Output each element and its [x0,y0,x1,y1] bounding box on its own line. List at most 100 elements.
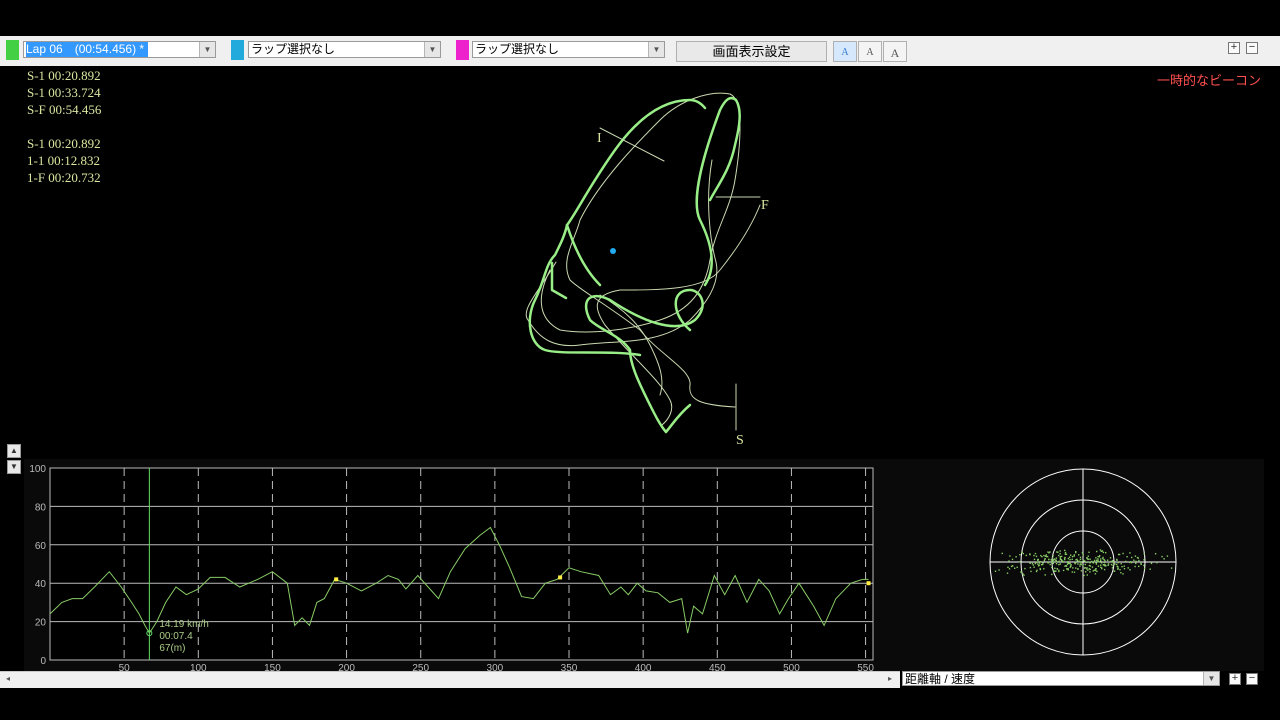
gg-sample-dot [1095,569,1097,572]
gg-sample-dot [1089,571,1091,573]
sector-marker [558,575,563,580]
gg-sample-dot [1075,567,1077,569]
gg-sample-dot [1107,564,1109,566]
gg-sample-dot [1082,559,1084,562]
gg-sample-dot [1033,554,1035,557]
gg-sample-dot [1016,566,1018,568]
track-path-thick [565,223,602,287]
gg-sample-dot [1100,560,1102,562]
gg-sample-dot [1033,558,1036,561]
gg-sample-dot [1071,571,1073,573]
gg-sample-dot [1045,554,1047,556]
gg-sample-dot [1059,553,1061,555]
gg-sample-dot [1067,562,1069,564]
gg-sample-dot [1129,561,1131,564]
gg-sample-dot [1034,552,1037,555]
scroll-right-arrow[interactable]: ▸ [888,674,892,683]
gg-sample-dot [1143,559,1145,561]
gg-sample-dot [1084,560,1086,562]
gg-sample-dot [1111,567,1114,569]
gg-sample-dot [1138,559,1140,562]
gg-sample-dot [1032,564,1035,566]
gg-sample-dot [1058,563,1060,566]
gg-sample-dot [1037,563,1039,565]
gg-sample-dot [1093,569,1096,571]
gg-sample-dot [1095,568,1097,570]
gg-sample-dot [1029,566,1032,569]
gg-sample-dot [1126,556,1128,558]
gg-sample-dot [1078,560,1080,562]
gg-sample-dot [1033,566,1035,568]
gg-sample-dot [1079,556,1082,559]
gg-sample-dot [1044,558,1046,560]
gg-sample-dot [1043,554,1045,557]
gg-sample-dot [1047,562,1050,564]
gg-sample-dot [1055,559,1057,562]
gg-sample-dot [1083,567,1086,569]
gg-sample-dot [1075,559,1077,561]
gg-sample-dot [1062,569,1065,572]
gg-sample-dot [1112,559,1114,562]
track-path-thick [695,96,741,287]
gg-sample-dot [1134,555,1137,557]
gg-sample-dot [1093,561,1095,563]
chart-expand-plus-icon[interactable]: + [1229,673,1241,685]
start-beacon-label: S [736,433,744,448]
gg-sample-dot [1101,567,1103,570]
gg-sample-dot [1096,570,1098,573]
gg-sample-dot [1120,563,1122,565]
horizontal-scrollbar[interactable]: ◂ ▸ [0,671,900,688]
gg-sample-dot [1051,566,1053,569]
gg-sample-dot [1040,554,1042,557]
gg-sample-dot [1088,551,1090,553]
gg-sample-dot [1059,556,1061,558]
gg-sample-dot [1012,565,1014,567]
gg-sample-dot [1082,554,1084,556]
gg-sample-dot [1023,574,1025,576]
gg-sample-dot [1053,558,1056,560]
gg-sample-dot [1060,555,1063,558]
gg-sample-dot [1039,568,1042,571]
gg-sample-dot [1065,553,1068,555]
gg-sample-dot [1019,554,1021,556]
gg-sample-dot [1114,563,1116,565]
chart-collapse-minus-icon[interactable]: − [1246,673,1258,685]
gg-sample-dot [1163,558,1165,560]
cursor-readout-line: 14.19 km/h [159,619,208,630]
gg-sample-dot [1129,552,1131,554]
gg-sample-dot [1088,564,1091,567]
y-tick-label: 80 [35,502,47,513]
gg-sample-dot [1011,558,1014,561]
gg-sample-dot [1025,554,1027,557]
speed-chart[interactable]: 02040608010050 100 150 200 250 300 350 400 450 50… [0,460,880,672]
axis-select[interactable]: 距離軸 / 速度 ▼ [902,671,1220,686]
gg-sample-dot [1107,563,1110,565]
gg-sample-dot [1036,569,1038,571]
gg-sample-dot [1015,556,1017,558]
gg-sample-dot [1107,559,1109,561]
chevron-down-icon[interactable]: ▼ [1203,672,1219,685]
gg-sample-dot [1080,570,1083,572]
gg-sample-dot [1104,564,1106,566]
gg-sample-dot [1084,563,1086,566]
gg-sample-dot [1097,558,1099,560]
gg-sample-dot [1096,550,1098,553]
gg-sample-dot [1123,565,1125,567]
gg-sample-dot [1083,574,1085,577]
gg-sample-dot [1102,558,1104,560]
gg-sample-dot [1112,564,1114,567]
gg-sample-dot [1009,555,1011,557]
scroll-left-arrow[interactable]: ◂ [6,674,10,683]
gg-sample-dot [1143,564,1145,567]
gg-sample-dot [1014,567,1016,569]
gg-sample-dot [1079,558,1082,561]
gg-sample-dot [1125,560,1127,563]
gg-sample-dot [1091,566,1094,568]
gg-sample-dot [1093,559,1096,562]
y-tick-label: 0 [40,656,46,667]
gg-sample-dot [1143,568,1146,570]
gg-sample-dot [1024,567,1026,570]
gg-sample-dot [1038,562,1041,564]
gg-sample-dot [1079,565,1081,567]
pane-up-button[interactable]: ▲ [7,444,21,458]
